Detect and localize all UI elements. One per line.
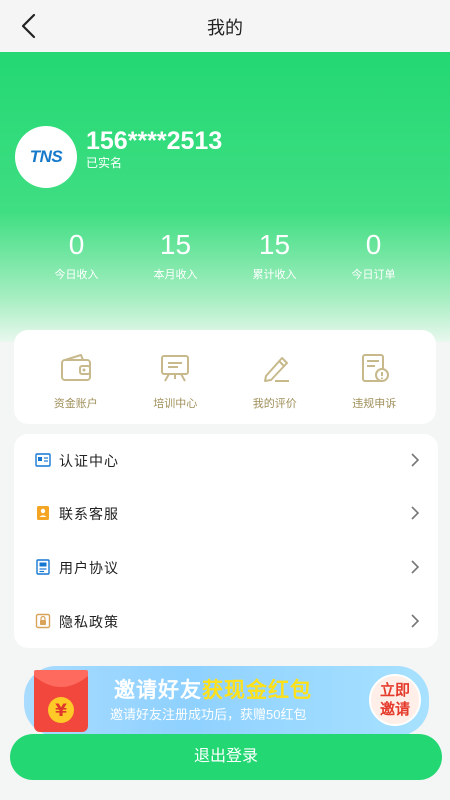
menu-label: 认证中心 <box>59 453 119 469</box>
stat-value: 15 <box>159 229 192 260</box>
avatar-logo: TNS <box>29 147 63 166</box>
tool-fund-account[interactable]: 资金账户 <box>26 352 126 411</box>
verify-status: 已实名 <box>86 156 123 170</box>
menu-item-user-agreement[interactable]: 用户协议 <box>14 541 438 594</box>
banner-title-plain: 邀请好友 <box>114 679 202 702</box>
stat-label: 今日订单 <box>351 269 396 281</box>
pen-icon <box>263 357 289 382</box>
envelope-symbol: ¥ <box>55 701 67 721</box>
phone-number: 156****2513 <box>86 127 223 155</box>
banner-title: 邀请好友获现金红包 <box>114 674 312 704</box>
tool-training-center[interactable]: 培训中心 <box>126 352 226 411</box>
wallet-icon <box>60 354 91 381</box>
tool-violation-appeal[interactable]: 违规申诉 <box>325 352 425 411</box>
stat-value: 0 <box>365 229 382 260</box>
tool-my-reviews[interactable]: 我的评价 <box>225 352 325 411</box>
tool-label: 违规申诉 <box>352 398 397 410</box>
invite-button-line1: 立即 <box>379 682 410 699</box>
agreement-icon <box>36 559 50 575</box>
chevron-right-icon <box>411 506 420 520</box>
invite-button-line2: 邀请 <box>379 701 410 718</box>
avatar[interactable]: TNS <box>15 126 77 188</box>
training-board-icon <box>161 355 190 382</box>
chevron-right-icon <box>411 453 420 467</box>
menu-label: 联系客服 <box>59 506 119 522</box>
document-alert-icon <box>362 354 390 382</box>
invite-banner[interactable]: ¥ 邀请好友获现金红包 邀请好友注册成功后，获赠50红包 立即 邀请 <box>24 666 429 736</box>
tool-label: 资金账户 <box>53 398 98 410</box>
stat-label: 本月收入 <box>153 269 198 281</box>
stat-today-orders: 0 今日订单 <box>324 228 423 282</box>
stat-month-income: 15 本月收入 <box>126 228 225 282</box>
stat-value: 0 <box>68 229 85 260</box>
stat-total-income: 15 累计收入 <box>225 228 324 282</box>
banner-title-highlight: 获现金红包 <box>202 679 312 702</box>
logout-button[interactable]: 退出登录 <box>10 734 442 780</box>
top-bar: 我的 <box>0 0 450 52</box>
chevron-right-icon <box>411 614 420 628</box>
banner-subtitle: 邀请好友注册成功后，获赠50红包 <box>110 707 307 722</box>
stats-row: 0 今日收入 15 本月收入 15 累计收入 0 今日订单 <box>27 228 423 282</box>
stat-label: 累计收入 <box>252 269 297 281</box>
menu-label: 隐私政策 <box>59 614 119 630</box>
stat-label: 今日收入 <box>54 269 99 281</box>
chevron-right-icon <box>411 560 420 574</box>
tool-label: 我的评价 <box>252 398 297 410</box>
id-card-icon <box>35 453 51 467</box>
profile-header <box>0 52 450 342</box>
red-envelope-icon: ¥ <box>34 670 88 732</box>
menu-item-privacy-policy[interactable]: 隐私政策 <box>14 595 438 648</box>
menu-item-certification[interactable]: 认证中心 <box>14 434 438 487</box>
invite-now-button[interactable]: 立即 邀请 <box>369 674 421 726</box>
page-title: 我的 <box>207 18 243 38</box>
menu-card: 认证中心 联系客服 用户协议 隐私政策 <box>14 434 438 648</box>
menu-item-customer-service[interactable]: 联系客服 <box>14 487 438 540</box>
customer-service-icon <box>37 506 49 520</box>
stat-today-income: 0 今日收入 <box>27 228 126 282</box>
menu-label: 用户协议 <box>59 560 119 576</box>
tools-card: 资金账户 培训中心 我的评价 违规申诉 <box>14 330 436 424</box>
tool-label: 培训中心 <box>153 398 198 410</box>
stat-value: 15 <box>258 229 291 260</box>
privacy-icon <box>35 613 51 629</box>
